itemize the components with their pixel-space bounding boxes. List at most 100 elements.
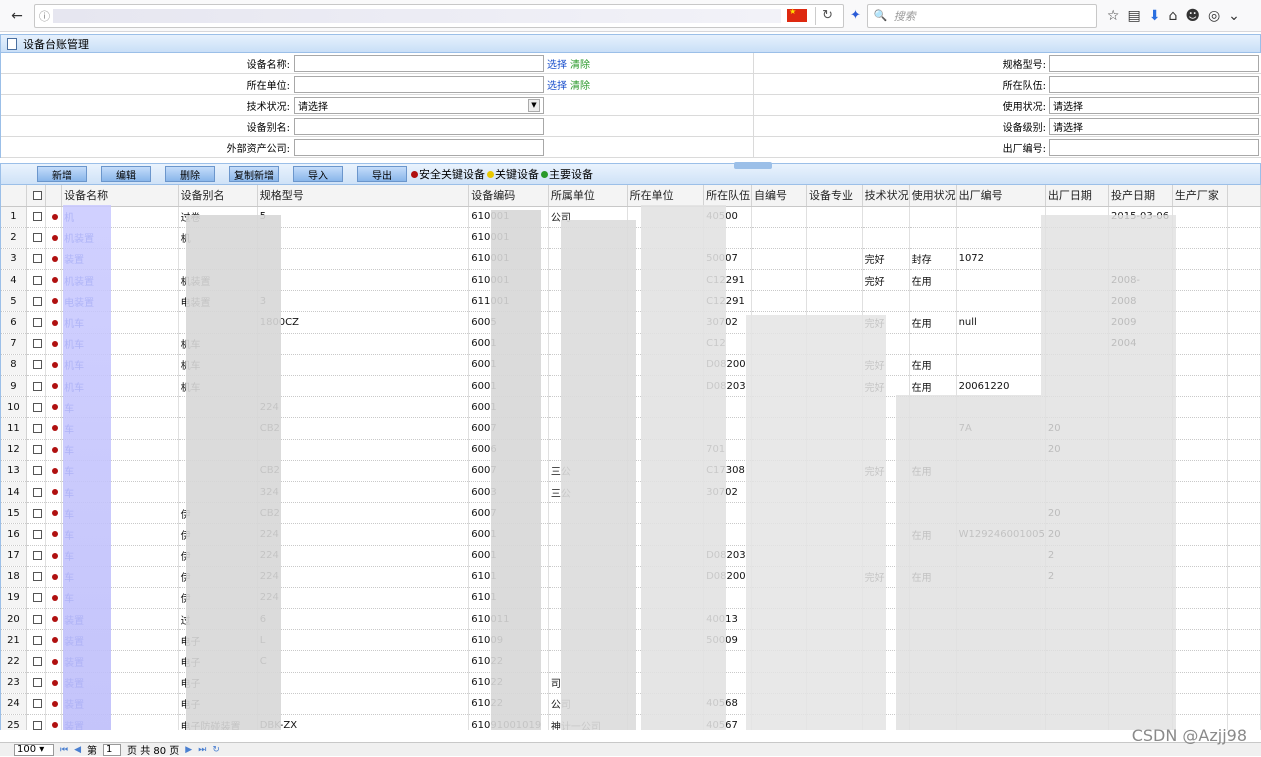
page-number-input[interactable]: 1 bbox=[103, 743, 122, 756]
col-header[interactable]: 设备名称 bbox=[61, 185, 179, 207]
bookmark-star-icon[interactable]: ☆ bbox=[1107, 8, 1120, 24]
collapse-handle[interactable] bbox=[734, 162, 772, 169]
cell-name[interactable]: 车 bbox=[61, 502, 179, 525]
serial-input[interactable] bbox=[1049, 138, 1259, 156]
cell-name[interactable]: 机车 bbox=[61, 333, 179, 355]
cell-name[interactable]: 机 bbox=[61, 206, 179, 228]
download-icon[interactable]: ⬇ bbox=[1149, 8, 1161, 24]
row-checkbox[interactable] bbox=[26, 714, 47, 730]
cell-name[interactable]: 车 bbox=[61, 523, 179, 546]
table-row[interactable]: 14 车 324 6003 三公 30702 bbox=[1, 481, 1261, 504]
table-row[interactable]: 13 车 CB2 6007 三公 C17308 完好 在用 bbox=[1, 460, 1261, 482]
search-input[interactable]: 🔍 搜索 bbox=[866, 3, 1097, 28]
alias-input[interactable] bbox=[294, 117, 544, 135]
reading-list-icon[interactable]: ▤ bbox=[1127, 8, 1140, 24]
table-row[interactable]: 12 车 6006 701 20 bbox=[1, 439, 1261, 461]
row-checkbox[interactable] bbox=[26, 333, 47, 355]
edit-button[interactable]: 编辑 bbox=[101, 166, 151, 182]
cell-name[interactable]: 车 bbox=[61, 396, 179, 419]
cell-name[interactable]: 装置 bbox=[61, 672, 179, 694]
cell-name[interactable]: 装置 bbox=[61, 650, 179, 673]
table-row[interactable]: 22 装置 电子 C 61022 bbox=[1, 650, 1261, 673]
row-checkbox[interactable] bbox=[26, 248, 47, 271]
cell-name[interactable]: 装置 bbox=[61, 629, 179, 652]
row-checkbox[interactable] bbox=[26, 650, 47, 673]
table-row[interactable]: 8 机车 机车 6001 D08200 完好 在用 bbox=[1, 354, 1261, 377]
table-row[interactable]: 7 机车 机车 6001 C12 2004 bbox=[1, 333, 1261, 355]
table-row[interactable]: 9 机车 机车 6001 D08203 完好 在用 20061220 bbox=[1, 375, 1261, 398]
table-row[interactable]: 1 机过卷 5 610001 公司 40500 2015-03-06 bbox=[1, 206, 1261, 228]
row-checkbox[interactable] bbox=[26, 396, 47, 419]
row-checkbox[interactable] bbox=[26, 481, 47, 504]
cell-name[interactable]: 车 bbox=[61, 460, 179, 482]
cell-name[interactable]: 车 bbox=[61, 417, 179, 440]
first-page-icon[interactable]: ⏮ bbox=[60, 745, 68, 755]
row-checkbox[interactable] bbox=[26, 227, 47, 249]
select-all-checkbox[interactable] bbox=[26, 185, 47, 207]
info-icon[interactable]: ⓘ bbox=[39, 8, 53, 24]
reload-icon[interactable]: ↻ bbox=[822, 8, 833, 23]
cell-name[interactable]: 车 bbox=[61, 439, 179, 461]
row-checkbox[interactable] bbox=[26, 523, 47, 546]
cell-name[interactable]: 电装置 bbox=[61, 290, 179, 313]
col-header[interactable]: 设备编码 bbox=[468, 185, 549, 207]
delete-button[interactable]: 删除 bbox=[165, 166, 215, 182]
add-button[interactable]: 新增 bbox=[37, 166, 87, 182]
select-link[interactable]: 选择 bbox=[547, 77, 567, 92]
table-row[interactable]: 4 机装置 机装置 610001 C12291 完好 在用 2008- bbox=[1, 269, 1261, 292]
cell-name[interactable]: 车 bbox=[61, 587, 179, 610]
col-header[interactable]: 设备专业 bbox=[806, 185, 863, 207]
table-row[interactable]: 25 装置 电子防碰装置 DBK-ZX 61091001019 神计一公司 40567 bbox=[1, 714, 1261, 730]
table-row[interactable]: 2 机装置机 610001 bbox=[1, 227, 1261, 249]
device-name-input[interactable] bbox=[294, 54, 544, 72]
col-header[interactable]: 规格型号 bbox=[257, 185, 470, 207]
col-header[interactable]: 所在单位 bbox=[627, 185, 705, 207]
url-bar[interactable]: ⓘ ↻ bbox=[34, 3, 844, 28]
cell-name[interactable]: 机装置 bbox=[61, 269, 179, 292]
row-checkbox[interactable] bbox=[26, 354, 47, 377]
table-row[interactable]: 17 车伊 224 6001 D08203 2 bbox=[1, 545, 1261, 567]
copy-add-button[interactable]: 复制新增 bbox=[229, 166, 279, 182]
table-row[interactable]: 20 装置过 6 610011 40013 bbox=[1, 608, 1261, 631]
home-icon[interactable]: ⌂ bbox=[1168, 8, 1177, 24]
row-checkbox[interactable] bbox=[26, 460, 47, 482]
table-row[interactable]: 21 装置 电子 L 61009 50009 bbox=[1, 629, 1261, 652]
export-button[interactable]: 导出 bbox=[357, 166, 407, 182]
refresh-icon[interactable]: ↻ bbox=[212, 745, 220, 755]
row-checkbox[interactable] bbox=[26, 206, 47, 228]
col-header[interactable]: 技术状况 bbox=[862, 185, 910, 207]
use-status-select[interactable]: 请选择 bbox=[1049, 96, 1259, 114]
row-checkbox[interactable] bbox=[26, 672, 47, 694]
menu-chevron-icon[interactable]: ⌄ bbox=[1228, 8, 1240, 24]
col-header[interactable]: 使用状况 bbox=[909, 185, 957, 207]
col-header[interactable]: 所在队伍 bbox=[703, 185, 753, 207]
next-page-icon[interactable]: ▶ bbox=[185, 745, 192, 755]
table-row[interactable]: 15 车伊 CB2 6007 20 bbox=[1, 502, 1261, 525]
cell-name[interactable]: 机装置 bbox=[61, 227, 179, 249]
cell-name[interactable]: 车 bbox=[61, 481, 179, 504]
row-checkbox[interactable] bbox=[26, 587, 47, 610]
col-header[interactable]: 自编号 bbox=[751, 185, 808, 207]
table-row[interactable]: 16 车伊 224 6001 在用 W129246001005 20 bbox=[1, 523, 1261, 546]
external-company-input[interactable] bbox=[294, 138, 544, 156]
table-row[interactable]: 3 装置 610001 50007 完好 封存 1072 bbox=[1, 248, 1261, 271]
row-checkbox[interactable] bbox=[26, 290, 47, 313]
cell-name[interactable]: 装置 bbox=[61, 248, 179, 271]
row-checkbox[interactable] bbox=[26, 269, 47, 292]
row-checkbox[interactable] bbox=[26, 417, 47, 440]
extension-icon[interactable]: ✦ bbox=[850, 8, 861, 23]
cell-name[interactable]: 机车 bbox=[61, 311, 179, 334]
col-header[interactable]: 出厂日期 bbox=[1045, 185, 1109, 207]
row-checkbox[interactable] bbox=[26, 608, 47, 631]
unit-input[interactable] bbox=[294, 75, 544, 93]
table-row[interactable]: 23 装置 电子 61022 司 bbox=[1, 672, 1261, 694]
table-row[interactable]: 11 车 CB2 6007 7A 20 bbox=[1, 417, 1261, 440]
col-header[interactable]: 出厂编号 bbox=[956, 185, 1046, 207]
back-icon[interactable]: ← bbox=[6, 5, 28, 27]
clear-link[interactable]: 清除 bbox=[570, 56, 590, 71]
row-checkbox[interactable] bbox=[26, 566, 47, 588]
cell-name[interactable]: 装置 bbox=[61, 608, 179, 631]
table-row[interactable]: 19 车伊 224 6101 bbox=[1, 587, 1261, 610]
cell-name[interactable]: 车 bbox=[61, 545, 179, 567]
table-row[interactable]: 6 机车 1800CZ 6005 30702 完好 在用 null 2009 bbox=[1, 311, 1261, 334]
